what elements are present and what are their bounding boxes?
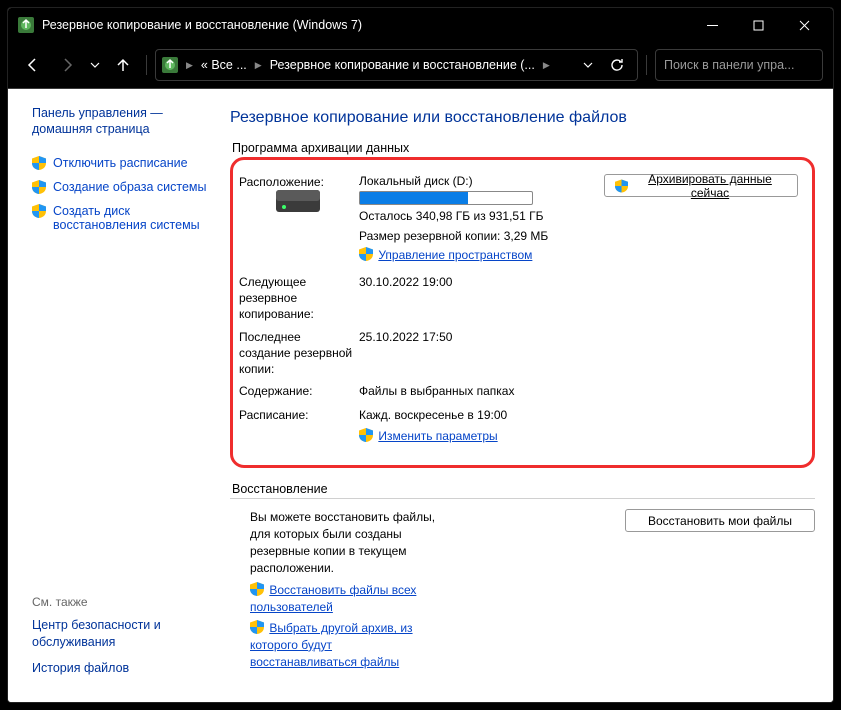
content-value: Файлы в выбранных папках (359, 383, 798, 400)
main-content: Резервное копирование или восстановление… (220, 89, 833, 702)
schedule-value: Кажд. воскресенье в 19:00 (359, 407, 798, 424)
restore-all-users-link[interactable]: Восстановить файлы всех пользователей (250, 583, 416, 614)
content-label: Содержание: (239, 383, 359, 400)
title-bar: Резервное копирование и восстановление (… (8, 8, 833, 42)
shield-icon (32, 180, 46, 194)
last-backup-value: 25.10.2022 17:50 (359, 329, 798, 378)
location-label: Расположение: (239, 174, 359, 190)
shield-icon (250, 582, 264, 596)
chevron-right-icon: ▶ (184, 60, 195, 71)
minimize-button[interactable] (689, 8, 735, 42)
select-other-archive-link[interactable]: Выбрать другой архив, из которого будут … (250, 621, 413, 669)
schedule-label: Расписание: (239, 407, 359, 446)
shield-icon (359, 247, 373, 261)
app-icon (18, 17, 34, 33)
close-button[interactable] (781, 8, 827, 42)
nav-bar: ▶ « Все ... ▶ Резервное копирование и во… (8, 42, 833, 88)
archive-now-button[interactable]: Архивировать данные сейчас (604, 174, 798, 197)
control-panel-home-link[interactable]: Панель управления — домашняя страница (32, 105, 210, 138)
manage-space-link[interactable]: Управление пространством (378, 248, 532, 262)
next-backup-value: 30.10.2022 19:00 (359, 274, 798, 323)
chevron-right-icon: ▶ (541, 60, 552, 71)
shield-icon (32, 204, 46, 218)
back-button[interactable] (18, 50, 48, 80)
last-backup-label: Последнее создание резервной копии: (239, 329, 359, 378)
restore-my-files-button[interactable]: Восстановить мои файлы (625, 509, 815, 532)
restore-description: Вы можете восстановить файлы, для которы… (250, 509, 438, 576)
restore-my-files-label: Восстановить мои файлы (648, 514, 792, 528)
up-button[interactable] (108, 50, 138, 80)
security-center-link[interactable]: Центр безопасности и обслуживания (32, 617, 210, 650)
backup-size: Размер резервной копии: 3,29 МБ (359, 229, 798, 243)
space-remaining: Осталось 340,98 ГБ из 931,51 ГБ (359, 209, 798, 223)
search-placeholder: Поиск в панели упра... (664, 58, 794, 72)
shield-icon (32, 156, 46, 170)
location-icon (162, 57, 178, 73)
refresh-button[interactable] (603, 51, 631, 79)
section-backup-title: Программа архивации данных (232, 141, 815, 155)
backup-highlighted-region: Локальный диск (D:) Осталось 340,98 ГБ и… (230, 157, 815, 468)
section-restore-title: Восстановление (232, 482, 815, 496)
next-backup-label: Следующее резервное копирование: (239, 274, 359, 323)
shield-icon (250, 620, 264, 634)
sidebar-create-image-link[interactable]: Создание образа системы (53, 180, 206, 194)
see-also-label: См. также (32, 595, 210, 609)
chevron-right-icon: ▶ (253, 60, 264, 71)
breadcrumb-item[interactable]: Резервное копирование и восстановление (… (270, 58, 535, 72)
page-title: Резервное копирование или восстановление… (230, 109, 815, 127)
breadcrumb[interactable]: ▶ « Все ... ▶ Резервное копирование и во… (155, 49, 638, 81)
history-dropdown[interactable] (86, 50, 104, 80)
breadcrumb-dropdown[interactable] (579, 50, 597, 80)
window-title: Резервное копирование и восстановление (… (42, 18, 362, 32)
sidebar-create-recovery-disk-link[interactable]: Создать диск восстановления системы (53, 204, 210, 232)
change-params-link[interactable]: Изменить параметры (378, 429, 497, 443)
archive-now-label: Архивировать данные сейчас (633, 172, 787, 200)
sidebar-disable-schedule-link[interactable]: Отключить расписание (53, 156, 188, 170)
breadcrumb-item[interactable]: « Все ... (201, 58, 247, 72)
search-input[interactable]: Поиск в панели упра... (655, 49, 823, 81)
forward-button[interactable] (52, 50, 82, 80)
maximize-button[interactable] (735, 8, 781, 42)
shield-icon (615, 179, 628, 193)
shield-icon (359, 428, 373, 442)
sidebar: Панель управления — домашняя страница От… (8, 89, 220, 702)
file-history-link[interactable]: История файлов (32, 660, 210, 676)
disk-usage-bar (359, 191, 533, 205)
